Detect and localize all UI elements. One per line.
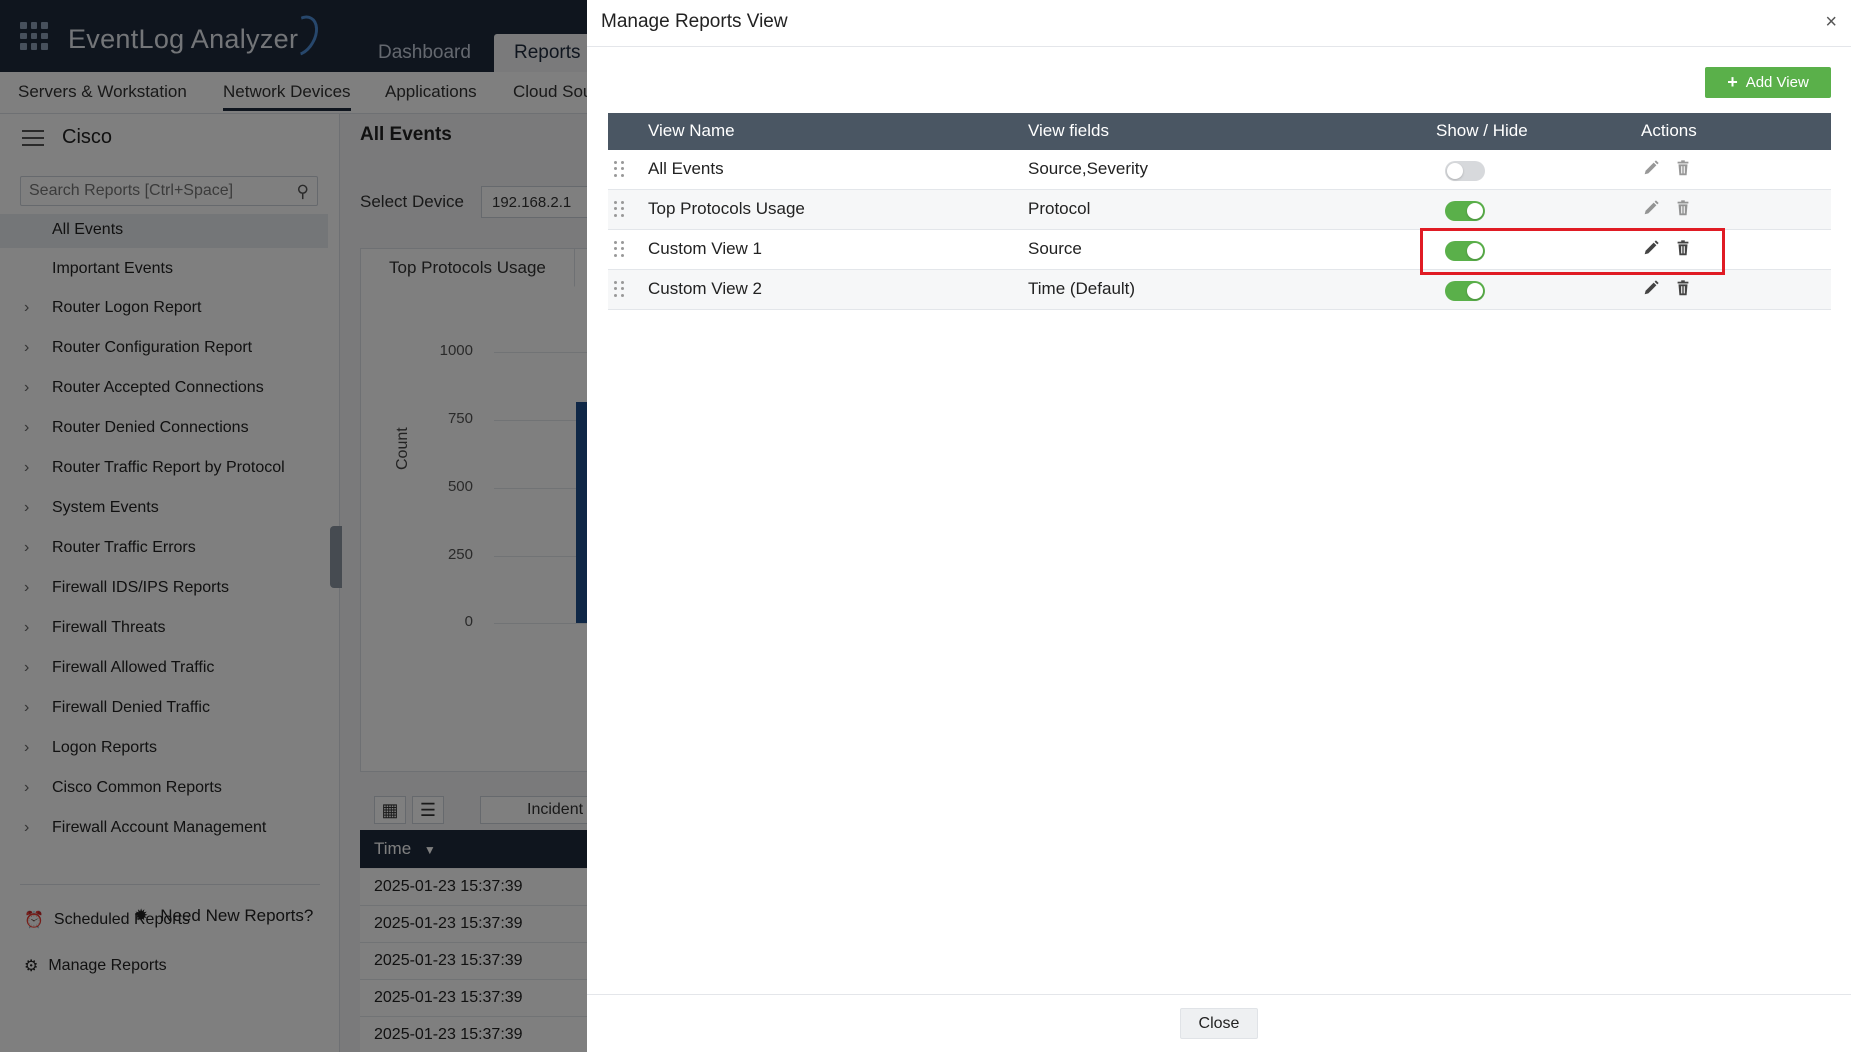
toggle-knob — [1467, 283, 1483, 299]
col-view-fields: View fields — [1028, 121, 1109, 140]
view-name-cell: Custom View 2 — [648, 279, 763, 298]
col-actions: Actions — [1641, 121, 1697, 140]
show-hide-toggle[interactable] — [1445, 241, 1485, 261]
view-name-cell: All Events — [648, 159, 724, 178]
views-table: View Name View fields Show / Hide Action… — [608, 113, 1831, 310]
col-view-name: View Name — [648, 121, 735, 140]
add-view-button[interactable]: + Add View — [1705, 67, 1831, 98]
close-button[interactable]: Close — [1180, 1008, 1258, 1039]
view-fields-cell: Protocol — [1028, 199, 1091, 218]
table-row: Custom View 2 Time (Default) — [608, 270, 1831, 310]
pencil-icon[interactable] — [1642, 279, 1662, 299]
drag-handle-icon[interactable] — [614, 201, 624, 217]
toggle-knob — [1467, 203, 1483, 219]
pencil-icon[interactable] — [1642, 159, 1662, 179]
dialog-header: Manage Reports View × — [587, 0, 1851, 47]
view-fields-cell: Time (Default) — [1028, 279, 1136, 298]
pencil-icon[interactable] — [1642, 239, 1662, 259]
show-hide-toggle[interactable] — [1445, 281, 1485, 301]
toggle-knob — [1447, 163, 1463, 179]
table-row: Custom View 1 Source — [608, 230, 1831, 270]
table-row: All Events Source,Severity — [608, 150, 1831, 190]
manage-reports-view-dialog: Manage Reports View × + Add View View Na… — [587, 0, 1851, 1052]
table-header: View Name View fields Show / Hide Action… — [608, 113, 1831, 150]
drag-handle-icon[interactable] — [614, 241, 624, 257]
view-name-cell: Custom View 1 — [648, 239, 763, 258]
trash-icon[interactable] — [1674, 279, 1694, 299]
trash-icon[interactable] — [1674, 159, 1694, 179]
trash-icon[interactable] — [1674, 199, 1694, 219]
view-name-cell: Top Protocols Usage — [648, 199, 805, 218]
view-fields-cell: Source,Severity — [1028, 159, 1148, 178]
toggle-knob — [1467, 243, 1483, 259]
plus-icon: + — [1727, 72, 1738, 92]
view-fields-cell: Source — [1028, 239, 1082, 258]
pencil-icon[interactable] — [1642, 199, 1662, 219]
show-hide-toggle[interactable] — [1445, 161, 1485, 181]
dialog-footer: Close — [587, 994, 1851, 1052]
drag-handle-icon[interactable] — [614, 281, 624, 297]
trash-icon[interactable] — [1674, 239, 1694, 259]
table-row: Top Protocols Usage Protocol — [608, 190, 1831, 230]
dialog-title: Manage Reports View — [601, 11, 788, 32]
close-icon[interactable]: × — [1825, 11, 1837, 34]
show-hide-toggle[interactable] — [1445, 201, 1485, 221]
add-view-label: Add View — [1745, 74, 1809, 91]
col-show-hide: Show / Hide — [1436, 121, 1528, 140]
drag-handle-icon[interactable] — [614, 161, 624, 177]
